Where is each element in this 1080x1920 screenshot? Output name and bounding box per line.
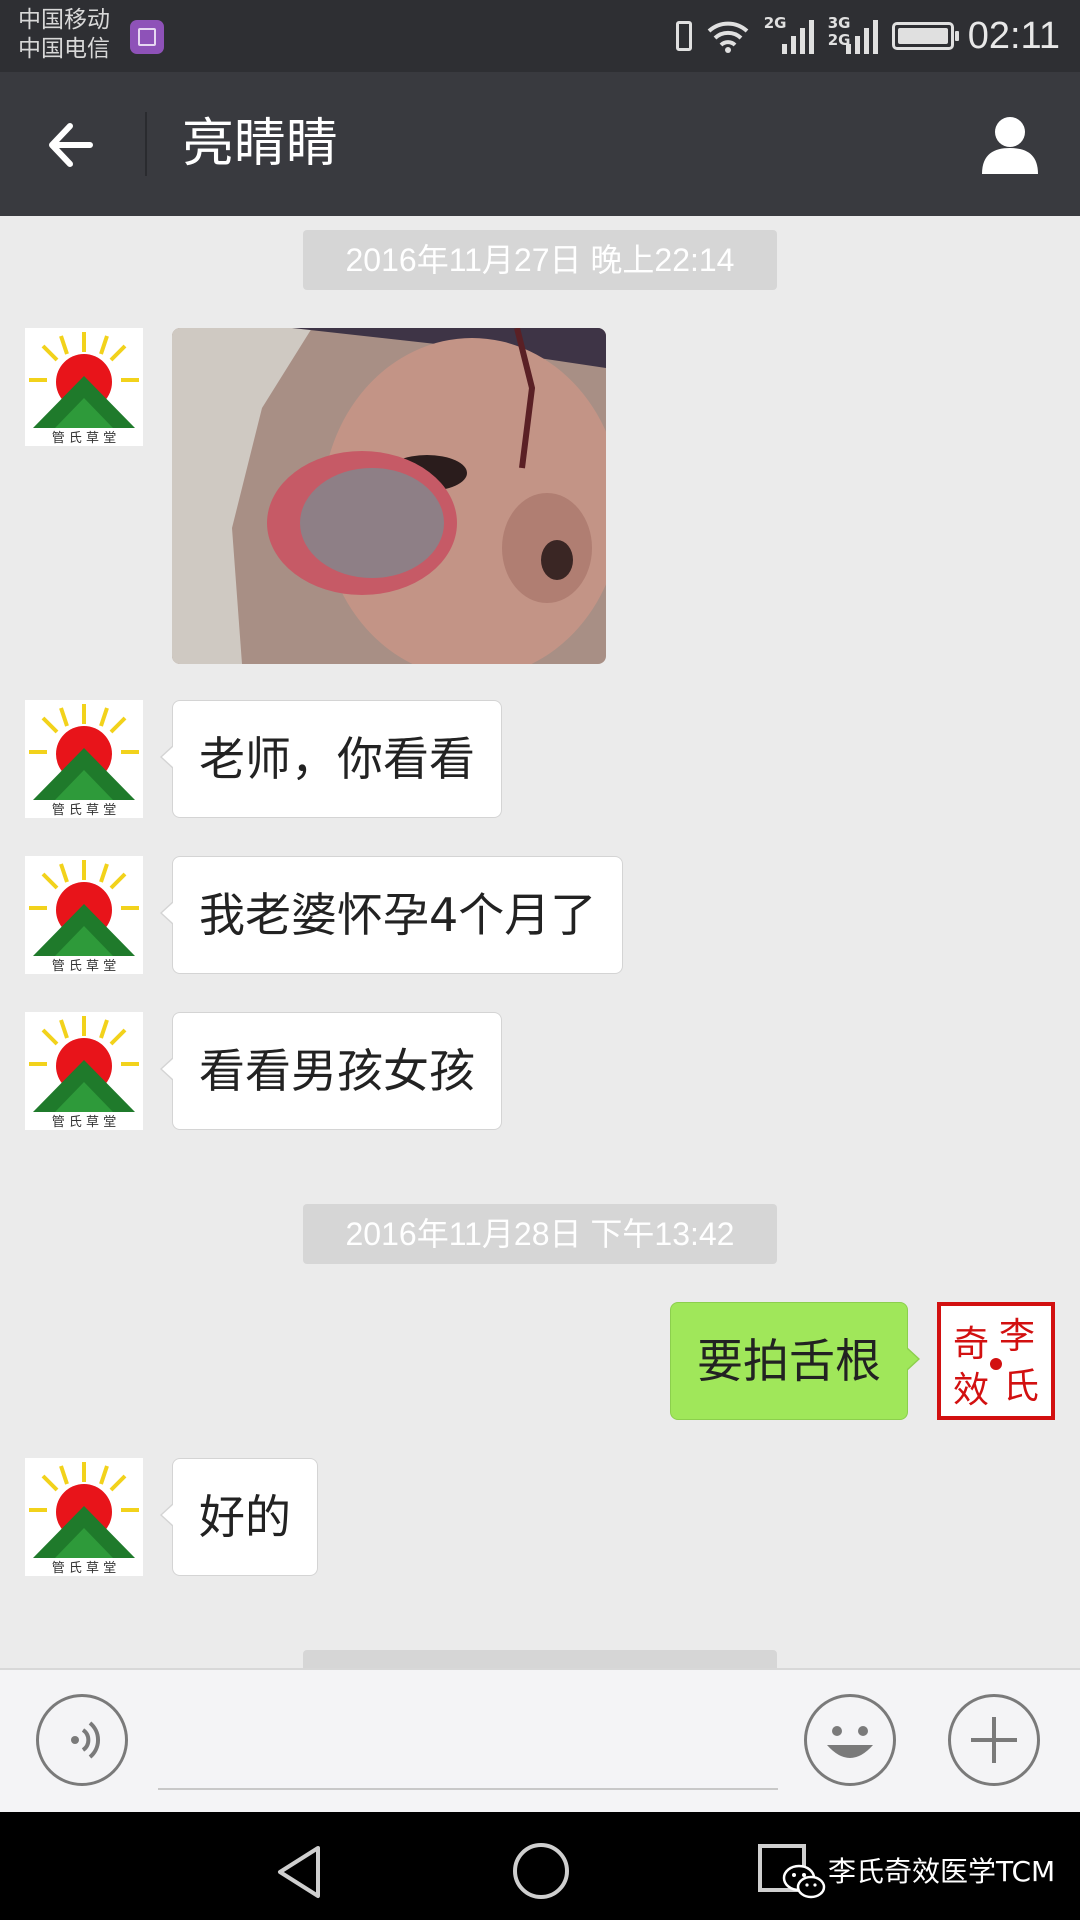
svg-text:效: 效 <box>953 1370 989 1411</box>
plus-icon <box>971 1717 1017 1763</box>
nav-back-icon[interactable] <box>270 1842 330 1902</box>
status-bar: 中国移动 中国电信 2G 3G 2G 02:11 <box>0 0 1080 72</box>
sun-mountain-logo-icon: 管 氏 草 堂 <box>29 1462 139 1576</box>
svg-text:管 氏 草 堂: 管 氏 草 堂 <box>52 959 116 974</box>
svg-text:管 氏 草 堂: 管 氏 草 堂 <box>52 803 116 818</box>
carrier-1: 中国移动 <box>18 7 110 33</box>
back-arrow-icon[interactable] <box>40 110 110 180</box>
nav-home-icon[interactable] <box>510 1840 572 1902</box>
tongue-photo-icon <box>172 328 606 664</box>
watermark-text: 李氏奇效医学TCM <box>828 1855 1056 1888</box>
received-photo[interactable] <box>172 328 606 664</box>
chat-title: 亮睛睛 <box>182 114 339 174</box>
signal-1-icon: 2G <box>764 16 814 56</box>
contact-avatar[interactable]: 管 氏 草 堂 <box>25 1012 143 1130</box>
voice-button[interactable] <box>36 1694 128 1786</box>
svg-text:李: 李 <box>999 1316 1035 1357</box>
sun-mountain-logo-icon: 管 氏 草 堂 <box>29 860 139 974</box>
message-bubble[interactable]: 老师，你看看 <box>160 700 502 818</box>
clock: 02:11 <box>967 14 1060 57</box>
chat-header: 亮睛睛 <box>0 72 1080 216</box>
message-bubble[interactable]: 我老婆怀孕4个月了 <box>159 856 624 974</box>
timestamp-1: 2016年11月27日 晚上22:14 <box>303 230 777 290</box>
message-list[interactable]: 2016年11月27日 晚上22:14 管 氏 草 堂 管 氏 草 堂 老师，你… <box>0 216 1080 1668</box>
sun-mountain-logo-icon: 管 氏 草 堂 <box>29 332 139 446</box>
svg-text:奇: 奇 <box>953 1324 989 1365</box>
voice-icon <box>71 1721 101 1759</box>
gallery-notification-icon <box>130 20 164 54</box>
wechat-logo-icon <box>782 1864 826 1899</box>
sun-mountain-logo-icon: 管 氏 草 堂 <box>29 1016 139 1130</box>
red-seal-logo-icon: 李 氏 奇 效 <box>945 1310 1047 1412</box>
svg-text:氏: 氏 <box>1003 1366 1039 1407</box>
carrier-2: 中国电信 <box>18 36 110 62</box>
smiley-icon <box>827 1726 873 1758</box>
contact-profile-icon[interactable] <box>978 112 1042 176</box>
system-nav-bar: 李氏奇效医学TCM <box>0 1812 1080 1920</box>
my-avatar[interactable]: 李 氏 奇 效 <box>937 1302 1055 1420</box>
timestamp-partial <box>303 1650 777 1668</box>
contact-avatar[interactable]: 管 氏 草 堂 <box>25 1458 143 1576</box>
svg-text:管 氏 草 堂: 管 氏 草 堂 <box>52 431 116 446</box>
header-divider <box>145 112 147 176</box>
carrier-info: 中国移动 中国电信 <box>18 6 110 64</box>
timestamp-2: 2016年11月28日 下午13:42 <box>303 1204 777 1264</box>
message-bubble[interactable]: 看看男孩女孩 <box>160 1012 502 1130</box>
emoji-button[interactable] <box>804 1694 896 1786</box>
vibrate-icon <box>675 21 692 51</box>
more-button[interactable] <box>948 1694 1040 1786</box>
sun-mountain-logo-icon: 管 氏 草 堂 <box>29 704 139 818</box>
message-input[interactable] <box>158 1788 778 1790</box>
my-message-bubble[interactable]: 要拍舌根 <box>670 1302 920 1420</box>
wifi-icon <box>707 21 749 53</box>
contact-avatar[interactable]: 管 氏 草 堂 <box>25 856 143 974</box>
contact-avatar[interactable]: 管 氏 草 堂 <box>25 328 143 446</box>
battery-icon <box>891 22 959 50</box>
input-bar <box>0 1668 1080 1812</box>
svg-text:管 氏 草 堂: 管 氏 草 堂 <box>52 1561 116 1576</box>
message-bubble[interactable]: 好的 <box>160 1458 318 1576</box>
contact-avatar[interactable]: 管 氏 草 堂 <box>25 700 143 818</box>
signal-2-icon: 3G 2G <box>828 16 878 56</box>
svg-text:管 氏 草 堂: 管 氏 草 堂 <box>52 1115 116 1130</box>
